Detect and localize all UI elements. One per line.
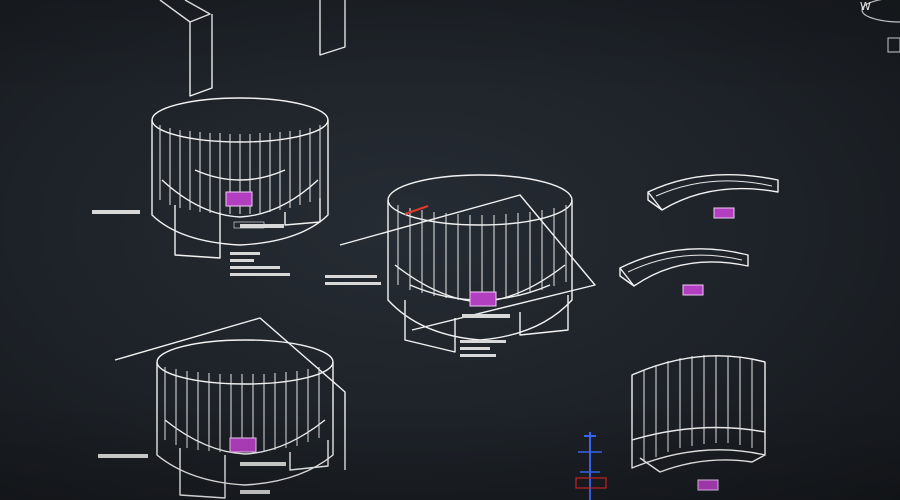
- curved-bench-top-1[interactable]: [647, 173, 779, 219]
- cad-viewport[interactable]: W: [0, 0, 900, 500]
- booth-3-marker[interactable]: [229, 437, 257, 453]
- annotation-note-8: [240, 462, 286, 494]
- annotation-note-6: [460, 340, 506, 357]
- booth-3-wireframe[interactable]: [114, 317, 346, 499]
- compass-letter-w: W: [860, 0, 871, 13]
- selection-highlight: [404, 205, 429, 215]
- annotation-note-2: [240, 224, 284, 228]
- view-cube-compass[interactable]: W: [860, 0, 900, 53]
- bench-1-marker[interactable]: [713, 207, 735, 219]
- curved-bench-top-2[interactable]: [619, 248, 749, 296]
- annotation-notes: [92, 210, 510, 494]
- bench-2-marker[interactable]: [682, 284, 704, 296]
- model-space-drawing[interactable]: W: [0, 0, 900, 500]
- booth-1-wireframe[interactable]: [151, 97, 329, 259]
- booth-2-marker[interactable]: [469, 291, 497, 307]
- annotation-note-4: [325, 275, 381, 285]
- booth-1-marker[interactable]: [225, 191, 253, 207]
- annotation-note-1: [92, 210, 140, 214]
- curved-back-panel[interactable]: [631, 355, 766, 491]
- annotation-note-7: [98, 454, 148, 458]
- annotation-note-5: [462, 314, 510, 318]
- top-left-wall-object[interactable]: [159, 0, 346, 97]
- ucs-icon[interactable]: [575, 432, 607, 500]
- booth-2-wireframe[interactable]: [339, 174, 596, 353]
- annotation-note-3: [230, 252, 290, 276]
- back-panel-marker[interactable]: [697, 479, 719, 491]
